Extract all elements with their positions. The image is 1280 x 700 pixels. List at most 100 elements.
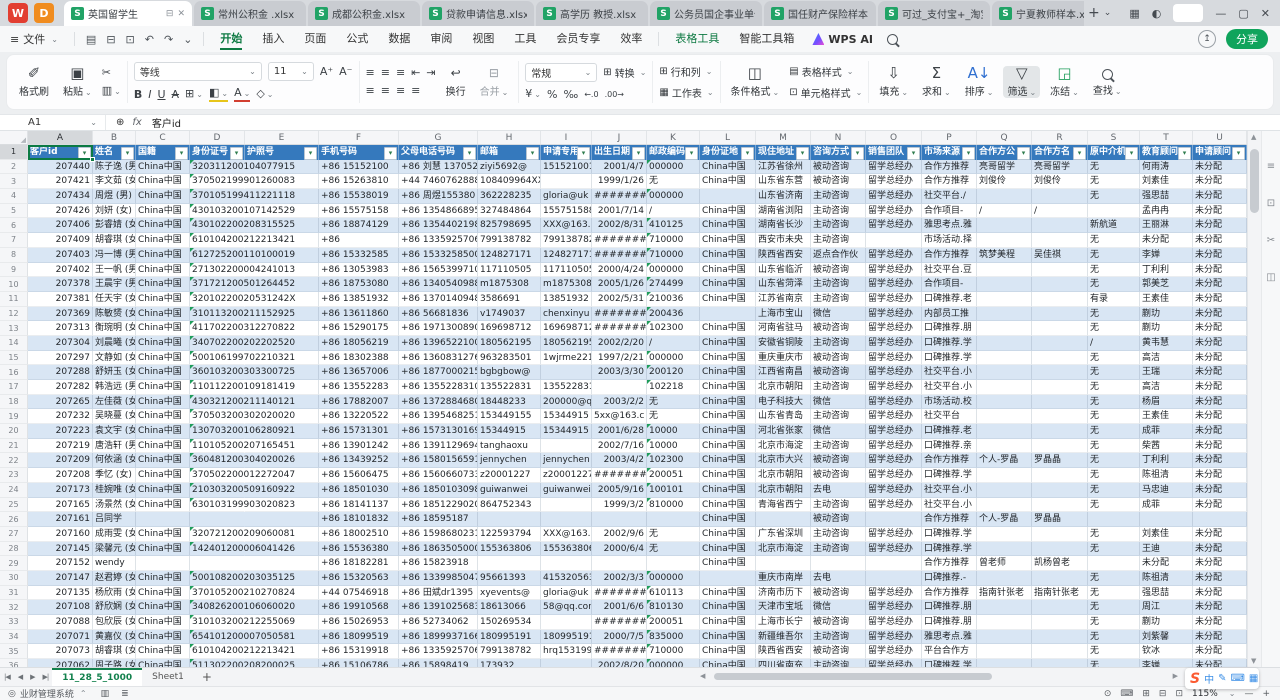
cell[interactable]: 未分配 <box>1193 160 1247 175</box>
row-number[interactable]: 2 <box>0 160 28 175</box>
cell[interactable]: 雅思考点.雅 <box>922 218 977 233</box>
redo-button[interactable]: ↷ <box>159 33 178 46</box>
maximize-button[interactable]: ▢ <box>1238 7 1248 20</box>
cell[interactable]: 亮哥留学 <box>1032 160 1088 175</box>
cell[interactable]: 1997/2/21 <box>592 351 647 366</box>
cell[interactable]: 留学总经办 <box>866 424 922 439</box>
column-header-S[interactable]: S <box>1088 131 1140 144</box>
cell[interactable]: China中国 <box>700 527 756 542</box>
cell[interactable]: 西安市未央 <box>756 233 811 248</box>
cell[interactable]: 钦冰 <box>1140 644 1193 659</box>
fill-color-button[interactable]: ◧⌄ <box>209 87 228 102</box>
cell[interactable]: 留学总经办 <box>866 174 922 189</box>
cell[interactable]: 无 <box>647 409 700 424</box>
cell[interactable] <box>1032 600 1088 615</box>
row-number[interactable]: 8 <box>0 248 28 263</box>
row-number[interactable]: 21 <box>0 439 28 454</box>
align-middle-icon[interactable]: ≡ <box>381 67 390 79</box>
cell[interactable]: China中国 <box>136 439 190 454</box>
cell[interactable] <box>977 468 1032 483</box>
cell[interactable]: 王迪 <box>1140 542 1193 557</box>
cell[interactable] <box>1032 542 1088 557</box>
cell[interactable]: 835000 <box>647 630 700 645</box>
cell[interactable]: 未分配 <box>1193 586 1247 601</box>
file-menu-button[interactable]: ≡ 文件 ⌄ <box>0 31 68 47</box>
vertical-scroll-thumb[interactable] <box>1250 149 1259 213</box>
cell[interactable]: 陈祖清 <box>1140 571 1193 586</box>
cell[interactable]: 207165 <box>28 498 93 513</box>
cell[interactable]: 18448233 <box>478 395 541 410</box>
cell[interactable]: 梁馨元 (女 <box>93 542 136 557</box>
cell[interactable]: 未分配 <box>1193 307 1247 322</box>
row-number[interactable]: 23 <box>0 468 28 483</box>
cell[interactable]: 135522831 <box>478 380 541 395</box>
cell[interactable]: 207313 <box>28 321 93 336</box>
cell[interactable] <box>1032 498 1088 513</box>
cell[interactable]: 留学总经办 <box>866 468 922 483</box>
cell[interactable]: 无 <box>1088 351 1140 366</box>
cell[interactable]: 2005/9/16 <box>592 483 647 498</box>
cell[interactable]: 58@qq.cor <box>541 600 592 615</box>
scroll-down-icon[interactable]: ▼ <box>1251 657 1256 665</box>
zoom-in-button[interactable]: + <box>1262 689 1270 699</box>
cell[interactable]: 口碑推荐.- <box>922 571 977 586</box>
cell[interactable]: +86 1863505000 <box>399 542 478 557</box>
cell[interactable]: 被动咨询 <box>811 321 866 336</box>
cell[interactable]: 207071 <box>28 630 93 645</box>
cell[interactable]: 360103200303300725 <box>190 365 245 380</box>
cell[interactable]: ziyi5692@ <box>478 160 541 175</box>
view-normal-icon[interactable]: ⊞ <box>1142 689 1150 699</box>
cell[interactable]: 亮哥留学 <box>977 160 1032 175</box>
cell[interactable]: +86 1335925706 <box>399 233 478 248</box>
cell[interactable]: 被动咨询 <box>811 453 866 468</box>
cell[interactable]: ######## <box>592 248 647 263</box>
filter-dropdown-button[interactable]: ▾ <box>175 147 188 160</box>
cell[interactable]: +86 1851229020 <box>399 498 478 513</box>
cell[interactable]: 衡琬明 (女 <box>93 321 136 336</box>
cell[interactable]: 主动咨询 <box>811 439 866 454</box>
cell[interactable] <box>977 409 1032 424</box>
cell[interactable]: China中国 <box>700 380 756 395</box>
sum-button[interactable]: Σ 求和⌄ <box>918 66 955 98</box>
prev-sheet-icon[interactable]: ◀ <box>14 673 26 681</box>
cell[interactable]: 去电 <box>811 483 866 498</box>
skin-icon[interactable]: ◐ <box>1152 7 1162 20</box>
cell[interactable]: hrq153199 <box>541 644 592 659</box>
cell[interactable]: 未分配 <box>1193 483 1247 498</box>
cell[interactable]: 王素佳 <box>1140 292 1193 307</box>
close-tab-icon[interactable]: ✕ <box>177 9 185 19</box>
wps-ai-button[interactable]: WPS AI <box>804 33 881 46</box>
cell[interactable]: 冯一博 (男 <box>93 248 136 263</box>
cell[interactable]: 山东省菏泽 <box>756 277 811 292</box>
cell[interactable] <box>541 439 592 454</box>
cell[interactable]: 刘妍 (女) <box>93 204 136 219</box>
cell[interactable]: 155363806 <box>478 542 541 557</box>
cell[interactable]: 无 <box>1088 189 1140 204</box>
cell[interactable]: 韩浩远 (男 <box>93 380 136 395</box>
cell[interactable]: 000000 <box>647 351 700 366</box>
cell[interactable]: +86 田斌dr1395 <box>399 586 478 601</box>
cell[interactable]: China中国 <box>136 644 190 659</box>
rows-columns-button[interactable]: ⊞行和列⌄ <box>659 64 713 79</box>
cell[interactable]: 207223 <box>28 424 93 439</box>
cell[interactable]: +86 15538019 <box>319 189 399 204</box>
cell[interactable]: 无 <box>1088 498 1140 513</box>
cell[interactable]: 无 <box>1088 644 1140 659</box>
row-number[interactable]: 32 <box>0 600 28 615</box>
cell[interactable]: 未分配 <box>1193 321 1247 336</box>
cell[interactable]: 王素佳 <box>1140 409 1193 424</box>
cell[interactable]: China中国 <box>136 453 190 468</box>
cell[interactable]: 口碑推荐.亲 <box>922 439 977 454</box>
row-number[interactable]: 18 <box>0 395 28 410</box>
cell[interactable]: 610113 <box>647 586 700 601</box>
cell[interactable]: China中国 <box>700 498 756 513</box>
cell[interactable]: 1999/1/26 <box>592 174 647 189</box>
cell[interactable] <box>977 542 1032 557</box>
cell[interactable]: 桂婉唯 (女 <box>93 483 136 498</box>
cell[interactable] <box>1032 277 1088 292</box>
cell[interactable]: 天津市宝坻 <box>756 600 811 615</box>
cell[interactable] <box>1032 263 1088 278</box>
cell[interactable]: 135522831 <box>541 380 592 395</box>
cell[interactable]: 未分配 <box>1193 615 1247 630</box>
cell[interactable]: China中国 <box>700 365 756 380</box>
